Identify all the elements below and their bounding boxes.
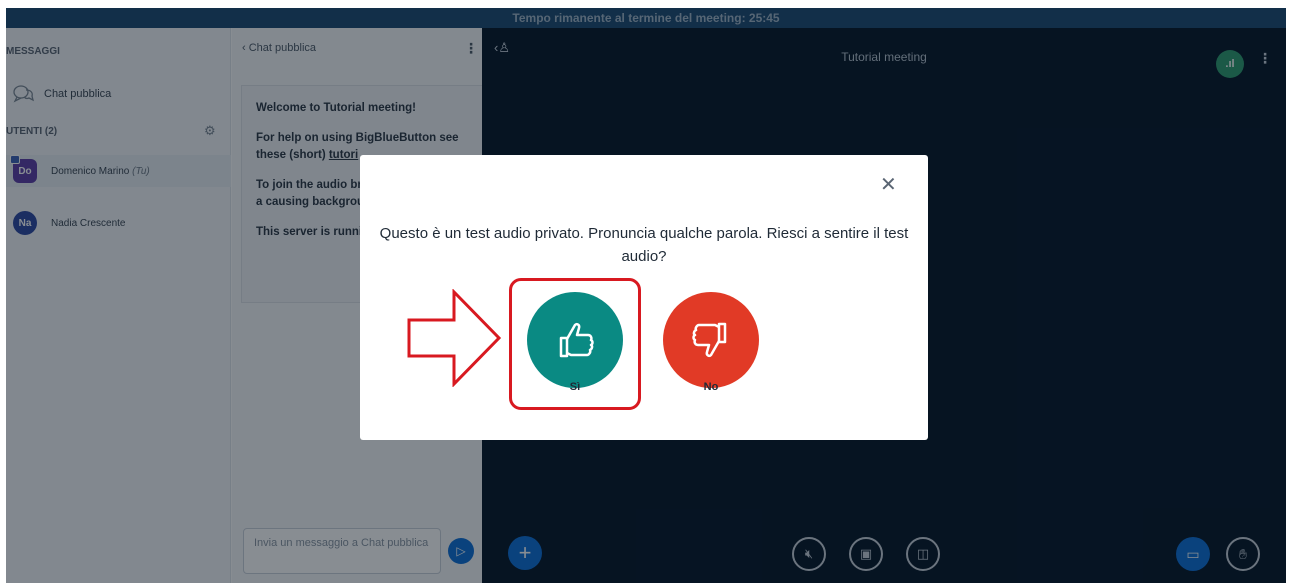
thumbs-down-icon: [692, 322, 727, 358]
thumbs-up-icon: [559, 322, 594, 358]
echo-test-question: Questo è un test audio privato. Pronunci…: [379, 225, 909, 265]
app-frame: Tempo rimanente al termine del meeting: …: [6, 8, 1286, 583]
no-button[interactable]: [663, 292, 759, 388]
echo-test-modal: ✕ Questo è un test audio privato. Pronun…: [360, 155, 928, 440]
close-icon[interactable]: ✕: [880, 175, 897, 195]
yes-label: Sì: [569, 381, 581, 393]
no-label: No: [703, 381, 719, 393]
annotation-arrow-icon: [407, 289, 502, 387]
yes-button[interactable]: [527, 292, 623, 388]
